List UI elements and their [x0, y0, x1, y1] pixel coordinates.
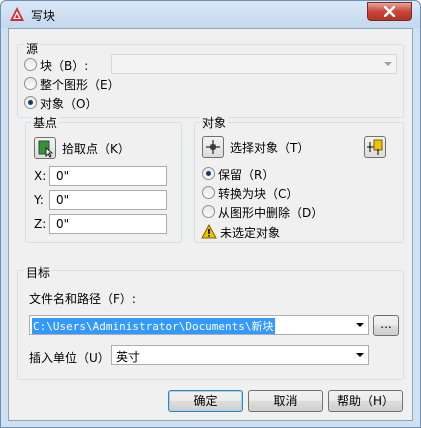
y-coordinate-input[interactable]: 0": [49, 190, 167, 210]
x-label: X:: [34, 169, 47, 183]
file-path-label: 文件名和路径（F）:: [29, 292, 136, 306]
browse-button[interactable]: ...: [373, 315, 399, 336]
radio-whole-drawing[interactable]: [24, 77, 37, 90]
select-objects-button[interactable]: [202, 136, 224, 158]
x-coordinate-input[interactable]: 0": [49, 166, 167, 186]
title-bar[interactable]: 写块: [1, 1, 420, 28]
pick-point-label: 拾取点（K）: [62, 142, 130, 156]
radio-retain-label: 保留（R）: [218, 168, 275, 182]
select-objects-label: 选择对象（T）: [230, 141, 310, 155]
radio-convert-to-block-label: 转换为块（C）: [218, 187, 299, 201]
insert-units-dropdown[interactable]: 英寸: [111, 345, 369, 365]
dialog-body: 源 块（B）: 整个图形（E） 对象（O） 基点 拾取点（K） X: 0" Y:…: [8, 28, 413, 421]
destination-heading: 目标: [24, 264, 53, 281]
z-label: Z:: [34, 217, 47, 231]
base-point-heading: 基点: [31, 114, 60, 131]
window-title: 写块: [31, 9, 56, 23]
pick-point-icon: [38, 140, 54, 158]
dialog-window: 写块 源 块（B）: 整个图形（E） 对象（O） 基点 拾取点（K） X: 0"…: [0, 0, 421, 428]
insert-units-label: 插入单位（U）:: [29, 351, 114, 365]
warning-text: 未选定对象: [220, 226, 281, 240]
chevron-down-icon: [384, 62, 392, 66]
close-icon: [383, 6, 396, 17]
radio-delete-from-drawing-label: 从图形中删除（D）: [218, 206, 324, 220]
quick-select-button[interactable]: [364, 136, 386, 158]
crosshair-icon: [206, 140, 220, 154]
file-path-value: C:\Users\Administrator\Documents\新块: [32, 318, 275, 334]
cancel-button[interactable]: 取消: [248, 390, 323, 412]
file-path-dropdown[interactable]: C:\Users\Administrator\Documents\新块: [29, 315, 369, 335]
insert-units-value: 英寸: [116, 350, 141, 364]
radio-block[interactable]: [24, 58, 37, 71]
objects-heading: 对象: [200, 114, 229, 131]
radio-block-label: 块（B）:: [40, 59, 89, 73]
autocad-app-icon: [10, 7, 24, 21]
source-heading: 源: [24, 40, 41, 57]
close-button[interactable]: [367, 2, 412, 21]
y-label: Y:: [34, 193, 44, 207]
radio-convert-to-block[interactable]: [202, 186, 215, 199]
radio-delete-from-drawing[interactable]: [202, 205, 215, 218]
block-name-dropdown[interactable]: [111, 54, 397, 74]
pick-point-button[interactable]: [34, 137, 56, 159]
warning-icon: [201, 224, 217, 239]
chevron-down-icon: [356, 353, 364, 357]
radio-objects[interactable]: [24, 96, 37, 109]
ok-button[interactable]: 确定: [168, 390, 243, 412]
z-coordinate-input[interactable]: 0": [49, 214, 167, 234]
radio-retain[interactable]: [202, 167, 215, 180]
help-button[interactable]: 帮助（H）: [328, 390, 403, 412]
chevron-down-icon: [356, 323, 364, 327]
radio-objects-label: 对象（O）: [40, 97, 98, 111]
radio-whole-drawing-label: 整个图形（E）: [40, 78, 120, 92]
quick-select-icon: [367, 139, 383, 155]
